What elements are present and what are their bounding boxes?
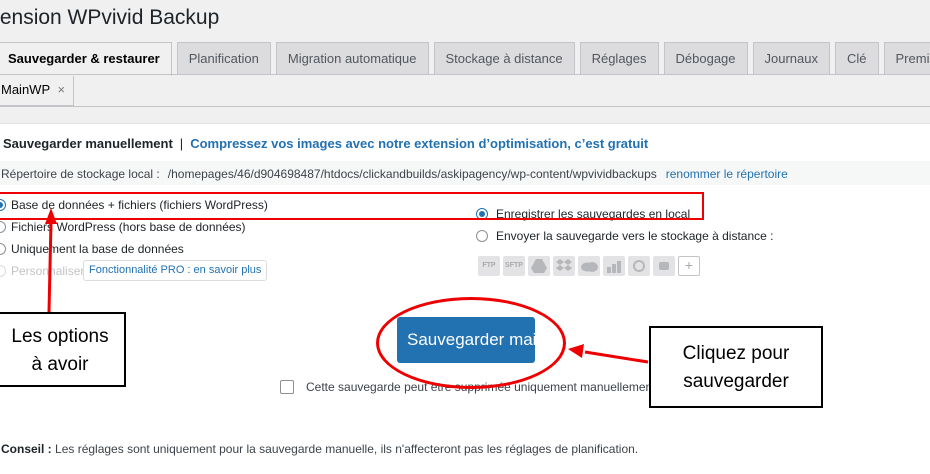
radio-custom: Personnaliser [0,264,84,278]
add-storage-icon[interactable]: + [678,256,700,276]
radio-indicator[interactable] [0,243,6,255]
sftp-icon[interactable]: SFTP [503,256,525,276]
subtabs-divider [0,106,930,107]
manual-backup-heading: Sauvegarder manuellement [3,136,173,151]
save-callout-line: sauvegarder [683,371,789,392]
tabs-divider [0,74,930,75]
ftp-icon[interactable]: FTP [478,256,500,276]
wasabi-icon[interactable] [653,256,675,276]
digitalocean-icon[interactable] [628,256,650,276]
button-highlight-ellipse [376,297,566,389]
rename-directory-link[interactable]: renommer le répertoire [666,167,788,181]
pro-feature-link[interactable]: Fonctionnalité PRO : en savoir plus [83,260,268,281]
options-callout-line: Les options [11,326,109,347]
manual-backup-header: Sauvegarder manuellement | Compressez vos … [3,136,648,151]
radio-label: Envoyer la sauvegarde vers le stockage à… [496,229,774,243]
tab-mainwp[interactable]: MainWP × [0,76,75,106]
onedrive-icon[interactable] [578,256,600,276]
radio-files-only[interactable]: Fichiers WordPress (hors base de données… [0,220,246,234]
radio-indicator [0,265,6,277]
save-callout-line: Cliquez pour [682,343,790,364]
google-drive-icon[interactable] [528,256,550,276]
page-title: tension WPvivid Backup [0,6,220,29]
radio-send-remote[interactable]: Envoyer la sauvegarde vers le stockage à… [476,229,774,243]
storage-directory-row: Répertoire de stockage local : /homepages… [1,167,788,181]
tab-settings[interactable]: Réglages [579,42,659,74]
tab-premium[interactable]: Premium [883,42,930,74]
image-optimization-promo-link[interactable]: Compressez vos images avec notre extensi… [190,136,648,151]
remote-storage-icons: FTP SFTP + [478,256,700,276]
options-highlight-box [0,192,704,220]
tab-logs[interactable]: Journaux [752,42,830,74]
radio-indicator[interactable] [0,221,6,233]
tab-key[interactable]: Clé [835,42,879,74]
radio-label: Uniquement la base de données [11,242,184,256]
radio-label: Fichiers WordPress (hors base de données… [11,220,246,234]
header-separator: | [179,136,184,151]
dropbox-icon[interactable] [553,256,575,276]
close-icon[interactable]: × [58,82,66,97]
options-callout-line: à avoir [31,354,89,375]
tab-remote-storage[interactable]: Stockage à distance [433,42,575,74]
tab-backup-restore[interactable]: Sauvegarder & restaurer [0,42,172,76]
save-callout: Cliquez pour sauvegarder [649,326,823,408]
s3-icon[interactable] [603,256,625,276]
radio-db-only[interactable]: Uniquement la base de données [0,242,184,256]
tip-label: Conseil : [1,442,52,456]
tab-auto-migration[interactable]: Migration automatique [275,42,429,74]
tip-text: Les réglages sont uniquement pour la sau… [55,442,639,456]
storage-directory-path: /homepages/46/d904698487/htdocs/clickand… [167,167,657,181]
radio-label: Personnaliser [11,264,85,278]
manual-delete-checkbox[interactable] [280,380,294,394]
tab-schedule[interactable]: Planification [176,42,271,74]
radio-indicator[interactable] [476,230,488,242]
tab-debug[interactable]: Débogage [663,42,748,74]
nav-tabs: Sauvegarder & restaurer Planification Mi… [0,42,930,76]
options-callout: Les options à avoir [0,312,126,387]
tip-note: Conseil : Les réglages sont uniquement p… [1,442,638,456]
tab-mainwp-label: MainWP [1,82,50,97]
storage-directory-label: Répertoire de stockage local : [1,167,160,181]
